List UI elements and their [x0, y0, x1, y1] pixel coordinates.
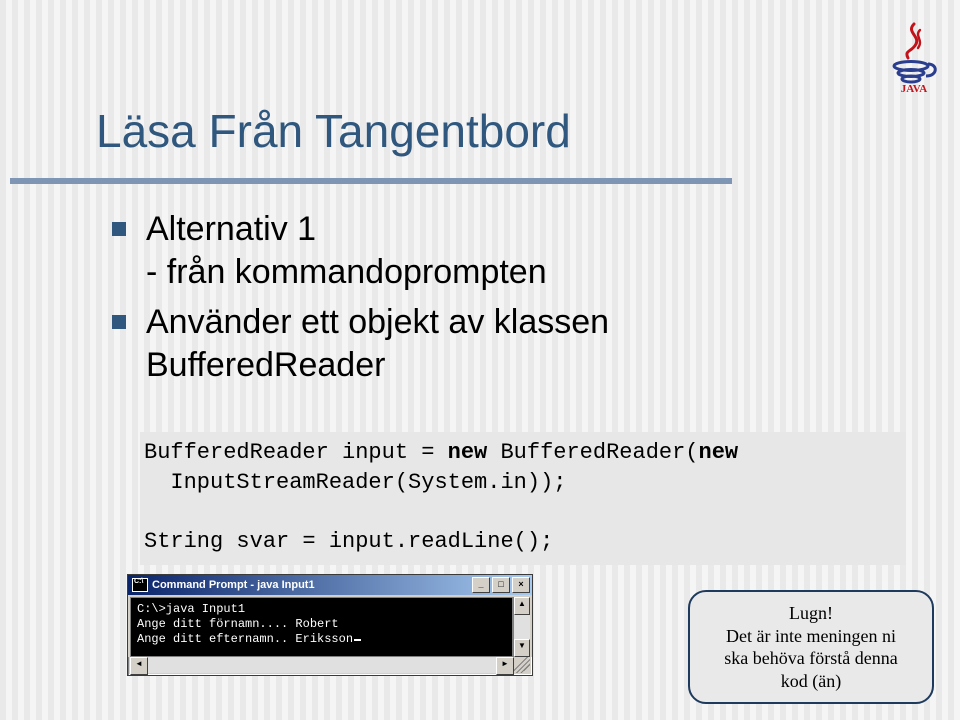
bullet-2: Använder ett objekt av klassen BufferedR… [112, 301, 872, 386]
window-title: Command Prompt - java Input1 [152, 579, 315, 591]
callout-line: kod (än) [781, 671, 841, 691]
bullet-marker [112, 222, 126, 236]
code-block: BufferedReader input = new BufferedReade… [140, 432, 906, 565]
callout-line: Lugn! [789, 603, 833, 623]
callout-line: ska behöva förstå denna [724, 648, 897, 668]
bullet-list: Alternativ 1 - från kommandoprompten Anv… [112, 208, 872, 394]
callout-line: Det är inte meningen ni [726, 626, 896, 646]
code-text: BufferedReader( [487, 440, 698, 465]
bullet-1-line2: - från kommandoprompten [146, 253, 547, 291]
vertical-scrollbar[interactable]: ▲ ▼ [513, 597, 530, 657]
scroll-up-button[interactable]: ▲ [514, 597, 530, 615]
horizontal-scrollbar[interactable]: ◄ ► [130, 657, 530, 673]
bullet-2-line2: BufferedReader [146, 346, 385, 384]
slide-title: Läsa Från Tangentbord [96, 104, 571, 158]
terminal-line: Ange ditt förnamn.... Robert [137, 617, 339, 631]
code-text: BufferedReader input = [144, 440, 448, 465]
terminal-output[interactable]: C:\>java Input1 Ange ditt förnamn.... Ro… [130, 597, 513, 657]
cmd-icon [132, 578, 148, 592]
minimize-button[interactable]: _ [472, 577, 490, 593]
cursor-icon [354, 639, 361, 641]
window-titlebar[interactable]: Command Prompt - java Input1 _ □ × [128, 575, 532, 595]
code-keyword: new [448, 440, 488, 465]
scroll-track[interactable] [148, 657, 496, 673]
bullet-1-line1: Alternativ 1 [146, 210, 316, 248]
maximize-button[interactable]: □ [492, 577, 510, 593]
scroll-right-button[interactable]: ► [496, 657, 514, 675]
bullet-2-line1: Använder ett objekt av klassen [146, 303, 609, 341]
command-prompt-window: Command Prompt - java Input1 _ □ × C:\>j… [127, 574, 533, 676]
scroll-track[interactable] [514, 615, 530, 639]
bullet-2-text: Använder ett objekt av klassen BufferedR… [146, 301, 609, 386]
scroll-left-button[interactable]: ◄ [130, 657, 148, 675]
slide: JAVA Läsa Från Tangentbord Alternativ 1 … [0, 0, 960, 720]
terminal-line: Ange ditt efternamn.. Eriksson [137, 632, 353, 646]
resize-grip-icon[interactable] [514, 657, 530, 673]
code-text: InputStreamReader(System.in)); [144, 470, 566, 495]
java-logo-icon: JAVA [886, 22, 942, 94]
close-button[interactable]: × [512, 577, 530, 593]
bullet-1-text: Alternativ 1 - från kommandoprompten [146, 208, 547, 293]
bullet-1: Alternativ 1 - från kommandoprompten [112, 208, 872, 293]
svg-text:JAVA: JAVA [901, 83, 928, 94]
terminal-line: C:\>java Input1 [137, 602, 245, 616]
callout-bubble: Lugn! Det är inte meningen ni ska behöva… [688, 590, 934, 704]
title-underline [10, 178, 732, 184]
code-keyword: new [699, 440, 739, 465]
code-text: String svar = input.readLine(); [144, 529, 553, 554]
scroll-down-button[interactable]: ▼ [514, 639, 530, 657]
bullet-marker [112, 315, 126, 329]
